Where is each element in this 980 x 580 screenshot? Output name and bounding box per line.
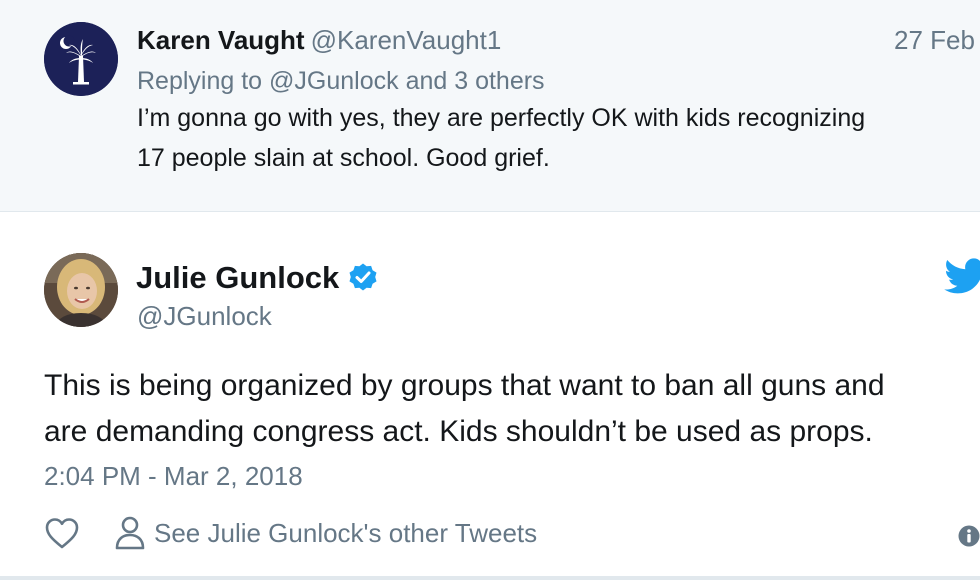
parent-tweet-text: I’m gonna go with yes, they are perfectl… [137,98,980,178]
parent-author-handle[interactable]: @KarenVaught1 [311,25,502,55]
tweet-timestamp-link[interactable]: 2:04 PM - Mar 2, 2018 [44,458,303,494]
other-tweets-link[interactable]: See Julie Gunlock's other Tweets [114,515,537,551]
main-author-handle[interactable]: @JGunlock [137,299,272,333]
person-icon [114,515,146,551]
replying-mentions-link[interactable]: @JGunlock and 3 others [269,67,545,95]
parent-tweet-date[interactable]: 27 Feb [894,22,975,58]
verified-badge-icon [347,262,379,294]
divider [0,576,980,580]
other-tweets-label: See Julie Gunlock's other Tweets [154,517,538,548]
parent-tweet-text-line: 17 people slain at school. Good grief. [137,144,550,172]
tweet-embed: Karen Vaught @KarenVaught1 27 Feb Replyin… [0,0,980,580]
parent-tweet[interactable]: Karen Vaught @KarenVaught1 27 Feb Replyin… [0,0,980,212]
main-tweet-text: This is being organized by groups that w… [44,363,885,455]
parent-tweet-header: Karen Vaught @KarenVaught1 [137,22,501,58]
info-icon[interactable] [958,525,980,547]
main-tweet-text-line: are demanding congress act. Kids shouldn… [44,415,873,448]
parent-author-name[interactable]: Karen Vaught [137,25,305,55]
main-author-name[interactable]: Julie Gunlock [136,260,339,296]
avatar[interactable] [44,253,118,327]
main-tweet-author-row: Julie Gunlock [136,258,379,298]
avatar-palmetto-moon-flag-icon[interactable] [44,22,118,96]
parent-tweet-text-line: I’m gonna go with yes, they are perfectl… [137,104,866,132]
twitter-bird-icon[interactable] [944,258,980,294]
replying-to-line: Replying to @JGunlock and 3 others [137,63,545,99]
main-tweet-text-line: This is being organized by groups that w… [44,369,885,402]
replying-prefix: Replying to [137,67,263,95]
heart-icon[interactable] [44,516,80,550]
tweet-actions: See Julie Gunlock's other Tweets [44,512,537,554]
